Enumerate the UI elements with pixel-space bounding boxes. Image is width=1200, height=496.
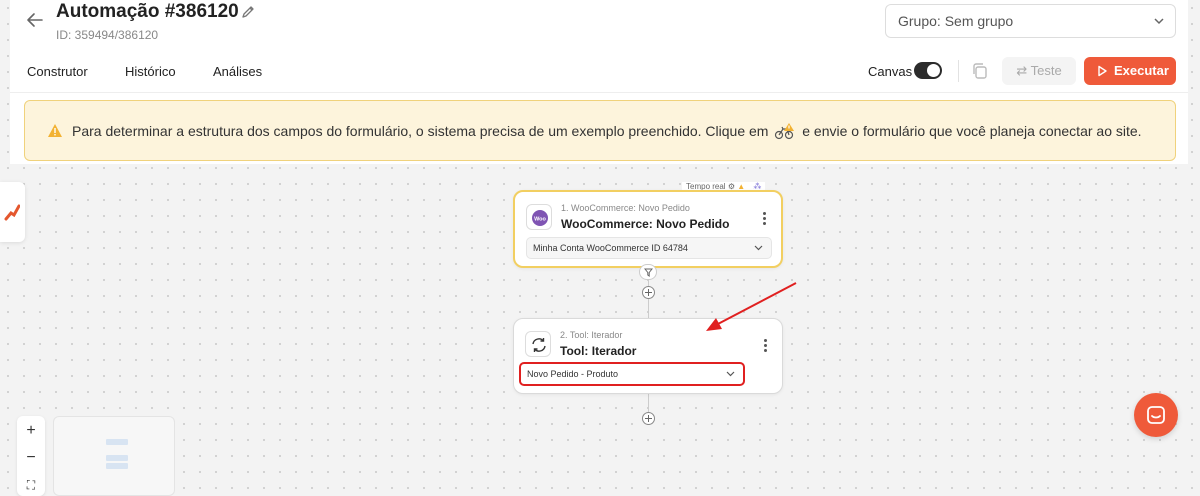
bike-warning-icon	[775, 123, 795, 140]
copy-button[interactable]	[970, 61, 990, 81]
iterator-source-value: Novo Pedido - Produto	[527, 369, 619, 379]
minimap-node	[106, 439, 128, 445]
warning-icon	[48, 124, 62, 137]
tabbar-divider	[10, 92, 1188, 93]
play-icon	[1098, 65, 1107, 77]
chevron-down-icon	[754, 245, 763, 251]
minimap-node	[106, 455, 128, 461]
node-title: Tool: Iterador	[560, 344, 637, 358]
zoom-in-button[interactable]: +	[17, 418, 45, 444]
chat-icon	[1147, 406, 1165, 424]
banner-text: Para determinar a estrutura dos campos d…	[72, 122, 1142, 140]
node-subtitle: 2. Tool: Iterador	[560, 330, 623, 340]
arrow-left-icon	[27, 13, 43, 27]
group-select[interactable]: Grupo: Sem grupo	[885, 4, 1176, 38]
test-button-label: Teste	[1030, 63, 1062, 78]
pencil-icon[interactable]	[240, 4, 256, 20]
account-select[interactable]: Minha Conta WooCommerce ID 64784	[526, 237, 772, 259]
tab-analises[interactable]: Análises	[213, 64, 262, 79]
connector-line	[648, 394, 649, 412]
chevron-down-icon	[726, 371, 735, 377]
add-step-button[interactable]	[642, 412, 655, 425]
execute-button[interactable]: Executar	[1084, 57, 1176, 85]
sidebar-tool-button[interactable]	[0, 182, 25, 242]
test-button[interactable]: ⇄ Teste	[1002, 57, 1076, 85]
zoom-out-button[interactable]: −	[17, 445, 45, 471]
account-select-value: Minha Conta WooCommerce ID 64784	[533, 243, 688, 253]
refresh-icon	[525, 331, 551, 357]
canvas-label: Canvas	[868, 64, 913, 79]
node-subtitle: 1. WooCommerce: Novo Pedido	[561, 203, 690, 213]
tab-historico[interactable]: Histórico	[125, 64, 176, 79]
copy-icon	[973, 63, 987, 79]
logo-icon	[4, 204, 20, 221]
workflow-node-iterator[interactable]: 2. Tool: Iterador Tool: Iterador Novo Pe…	[513, 318, 783, 394]
toolbar-divider	[958, 60, 959, 82]
banner-text-before: Para determinar a estrutura dos campos d…	[72, 123, 769, 139]
info-banner: Para determinar a estrutura dos campos d…	[24, 100, 1176, 161]
chat-support-button[interactable]	[1134, 393, 1178, 437]
tab-construtor[interactable]: Construtor	[27, 64, 88, 79]
more-vertical-icon[interactable]	[763, 212, 767, 226]
banner-text-after: e envie o formulário que você planeja co…	[802, 123, 1142, 139]
chevron-down-icon	[1154, 18, 1164, 25]
page-title: Automação #386120	[56, 1, 239, 22]
node-title: WooCommerce: Novo Pedido	[561, 217, 730, 231]
workflow-node-woocommerce[interactable]: Woo 1. WooCommerce: Novo Pedido WooComme…	[513, 190, 783, 268]
minimap-node	[106, 463, 128, 469]
swap-icon: ⇄	[1016, 63, 1028, 78]
filter-icon	[644, 268, 653, 277]
fit-view-button[interactable]: ⛶	[17, 472, 45, 496]
canvas-toggle[interactable]	[914, 62, 942, 79]
execute-button-label: Executar	[1114, 63, 1169, 78]
connector-line	[648, 299, 649, 318]
minimap[interactable]	[53, 416, 175, 496]
zoom-controls: + − ⛶	[17, 416, 45, 496]
more-vertical-icon[interactable]	[764, 339, 768, 353]
toggle-knob	[927, 64, 940, 77]
svg-text:Woo: Woo	[534, 217, 546, 223]
group-select-value: Grupo: Sem grupo	[898, 13, 1014, 29]
automation-id: ID: 359494/386120	[56, 28, 159, 42]
woocommerce-icon: Woo	[526, 204, 552, 230]
add-step-button[interactable]	[642, 286, 655, 299]
iterator-source-select[interactable]: Novo Pedido - Produto	[519, 362, 745, 386]
filter-button[interactable]	[639, 264, 657, 280]
back-button[interactable]	[26, 10, 44, 30]
